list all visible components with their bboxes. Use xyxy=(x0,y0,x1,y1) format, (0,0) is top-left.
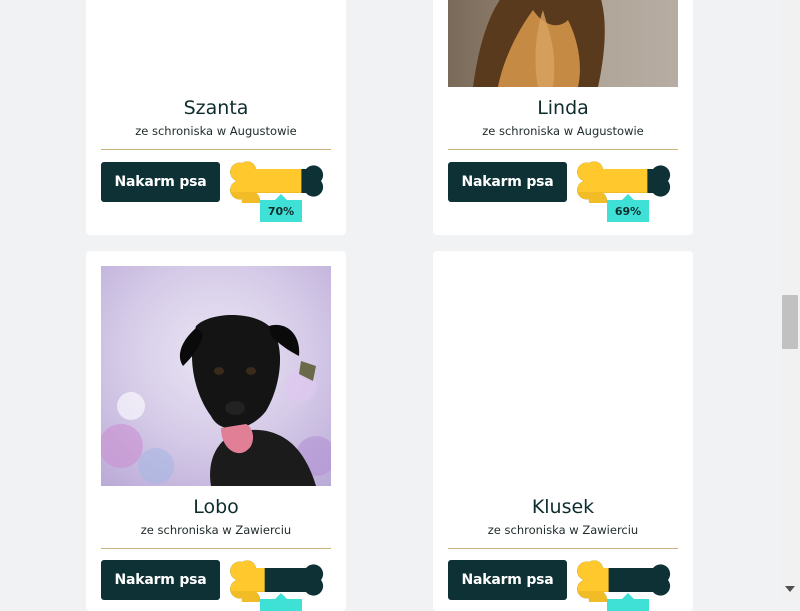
fed-percent-badge xyxy=(260,593,302,611)
dog-card-klusek[interactable]: Klusek ze schroniska w Zawierciu Nakarm … xyxy=(433,251,693,611)
dog-name[interactable]: Klusek xyxy=(433,496,693,518)
dog-name[interactable]: Szanta xyxy=(86,97,346,119)
fed-percent-badge: 70% xyxy=(260,194,302,222)
dog-card-linda[interactable]: Linda ze schroniska w Augustowie Nakarm … xyxy=(433,0,693,235)
feed-dog-button[interactable]: Nakarm psa xyxy=(448,560,567,600)
page-scrollbar[interactable] xyxy=(780,0,800,600)
fed-percent-badge xyxy=(607,593,649,611)
dog-name[interactable]: Linda xyxy=(433,97,693,119)
dog-shelter: ze schroniska w Zawierciu xyxy=(140,523,292,537)
scroll-down-arrow-icon[interactable] xyxy=(785,586,795,592)
divider xyxy=(101,548,331,549)
dog-shelter: ze schroniska w Augustowie xyxy=(482,124,644,138)
dog-name[interactable]: Lobo xyxy=(86,496,346,518)
feed-dog-button[interactable]: Nakarm psa xyxy=(101,162,220,202)
feed-dog-button[interactable]: Nakarm psa xyxy=(101,560,220,600)
dog-card-lobo[interactable]: Lobo ze schroniska w Zawierciu Nakarm ps… xyxy=(86,251,346,611)
divider xyxy=(448,149,678,150)
divider xyxy=(448,548,678,549)
feed-dog-button[interactable]: Nakarm psa xyxy=(448,162,567,202)
scrollbar-thumb[interactable] xyxy=(782,295,798,349)
dog-photo[interactable] xyxy=(448,0,678,87)
dog-shelter: ze schroniska w Augustowie xyxy=(135,124,297,138)
dog-card-szanta[interactable]: Szanta ze schroniska w Augustowie Nakarm… xyxy=(86,0,346,235)
bone-fill-shade xyxy=(577,591,609,602)
divider xyxy=(101,149,331,150)
dog-photo[interactable] xyxy=(101,266,331,486)
fed-percent-badge: 69% xyxy=(607,194,649,222)
dog-shelter: ze schroniska w Zawierciu xyxy=(487,523,639,537)
